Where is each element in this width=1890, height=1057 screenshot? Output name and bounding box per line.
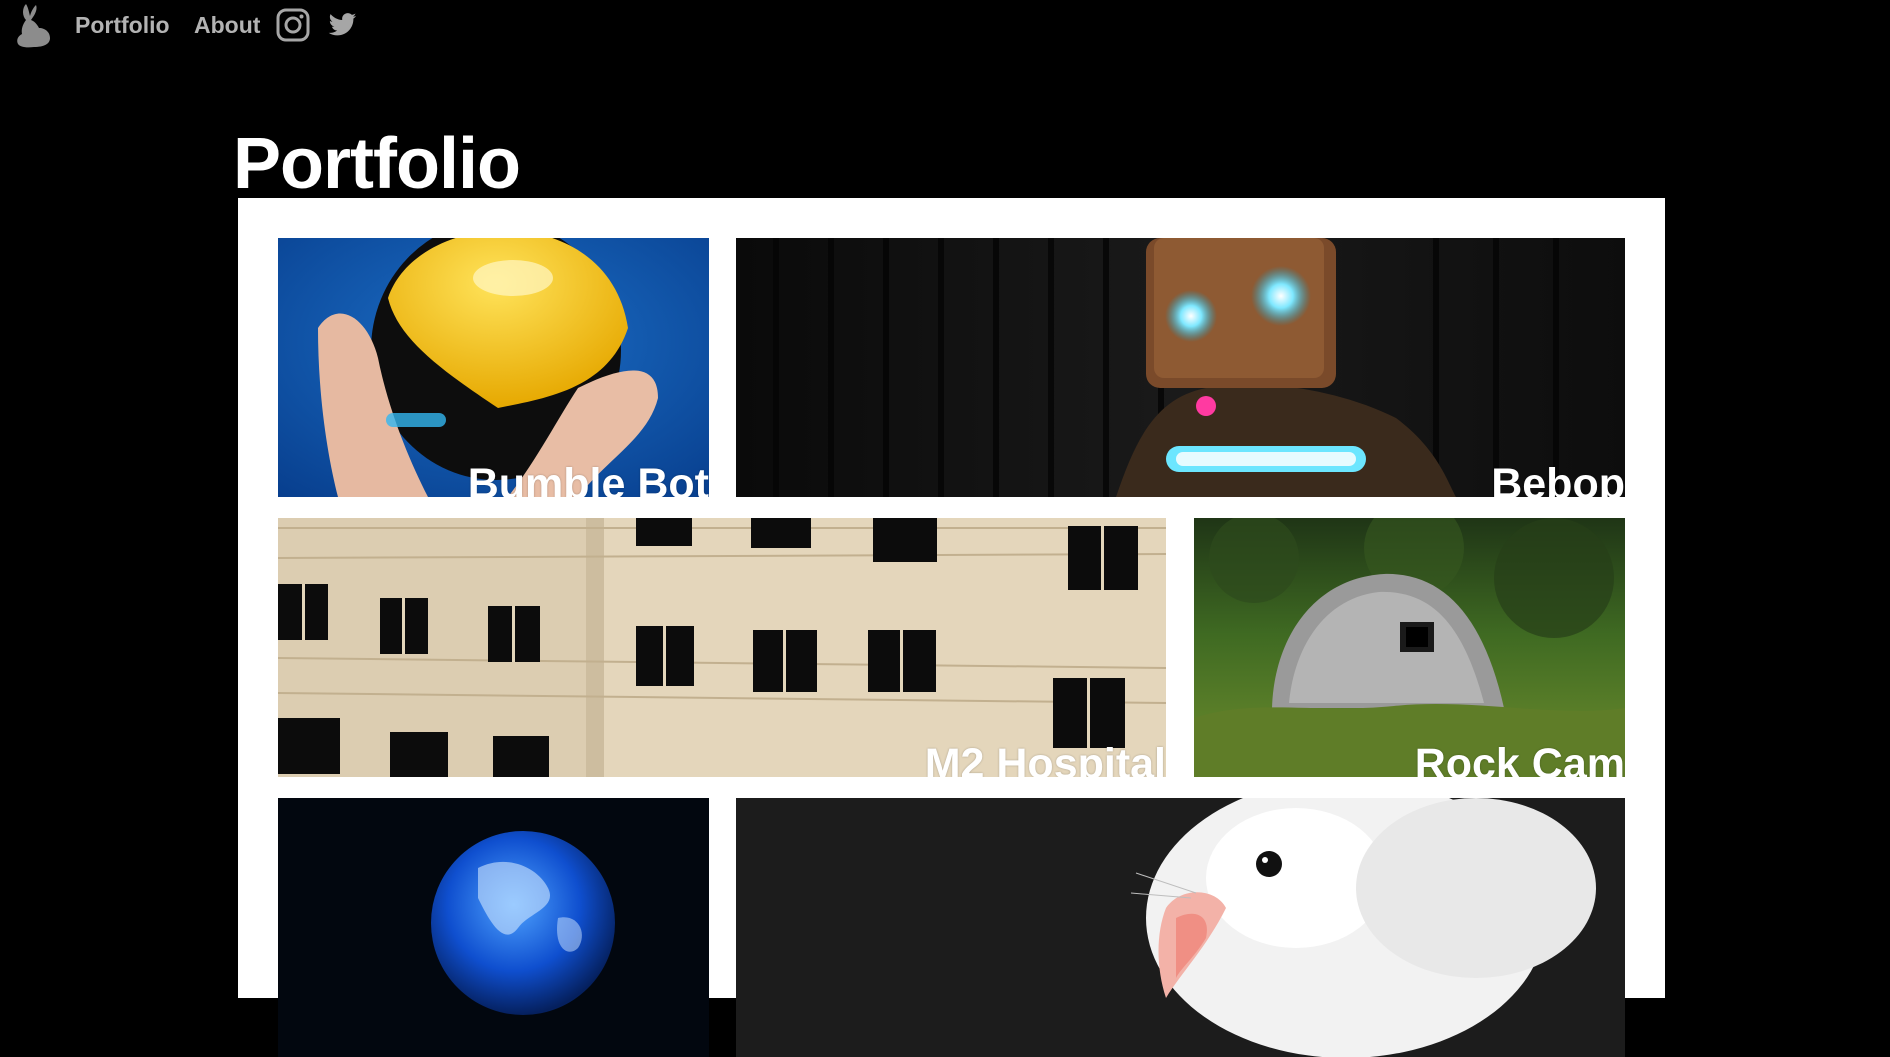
instagram-icon[interactable]	[276, 8, 310, 42]
nav-link-about[interactable]: About	[194, 12, 260, 39]
rabbit-logo-icon[interactable]	[12, 2, 52, 48]
project-label: M2 Hospital	[924, 740, 1166, 778]
project-image-globe	[278, 798, 709, 1057]
project-image-rock-cam	[1194, 518, 1625, 777]
portfolio-grid: Bumble Bot Bebop M2 Hospital Rock Cam	[238, 198, 1665, 1057]
project-tile-rock-cam[interactable]: Rock Cam	[1194, 518, 1625, 777]
project-image-bird	[736, 798, 1625, 1057]
project-tile-bird[interactable]	[736, 798, 1625, 1057]
project-tile-globe[interactable]	[278, 798, 709, 1057]
project-tile-bumble-bot[interactable]: Bumble Bot	[278, 238, 709, 497]
project-image-bumble-bot	[278, 238, 709, 497]
project-image-m2-hospital	[278, 518, 1166, 777]
page-title: Portfolio	[233, 124, 521, 204]
twitter-icon[interactable]	[327, 10, 358, 40]
project-tile-m2-hospital[interactable]: M2 Hospital	[278, 518, 1166, 777]
project-image-bebop	[736, 238, 1625, 497]
project-label: Bumble Bot	[467, 460, 709, 498]
project-label: Bebop	[1491, 460, 1625, 498]
project-tile-bebop[interactable]: Bebop	[736, 238, 1625, 497]
top-nav: Portfolio About	[0, 0, 1890, 54]
nav-link-portfolio[interactable]: Portfolio	[75, 12, 170, 39]
project-label: Rock Cam	[1414, 740, 1625, 778]
